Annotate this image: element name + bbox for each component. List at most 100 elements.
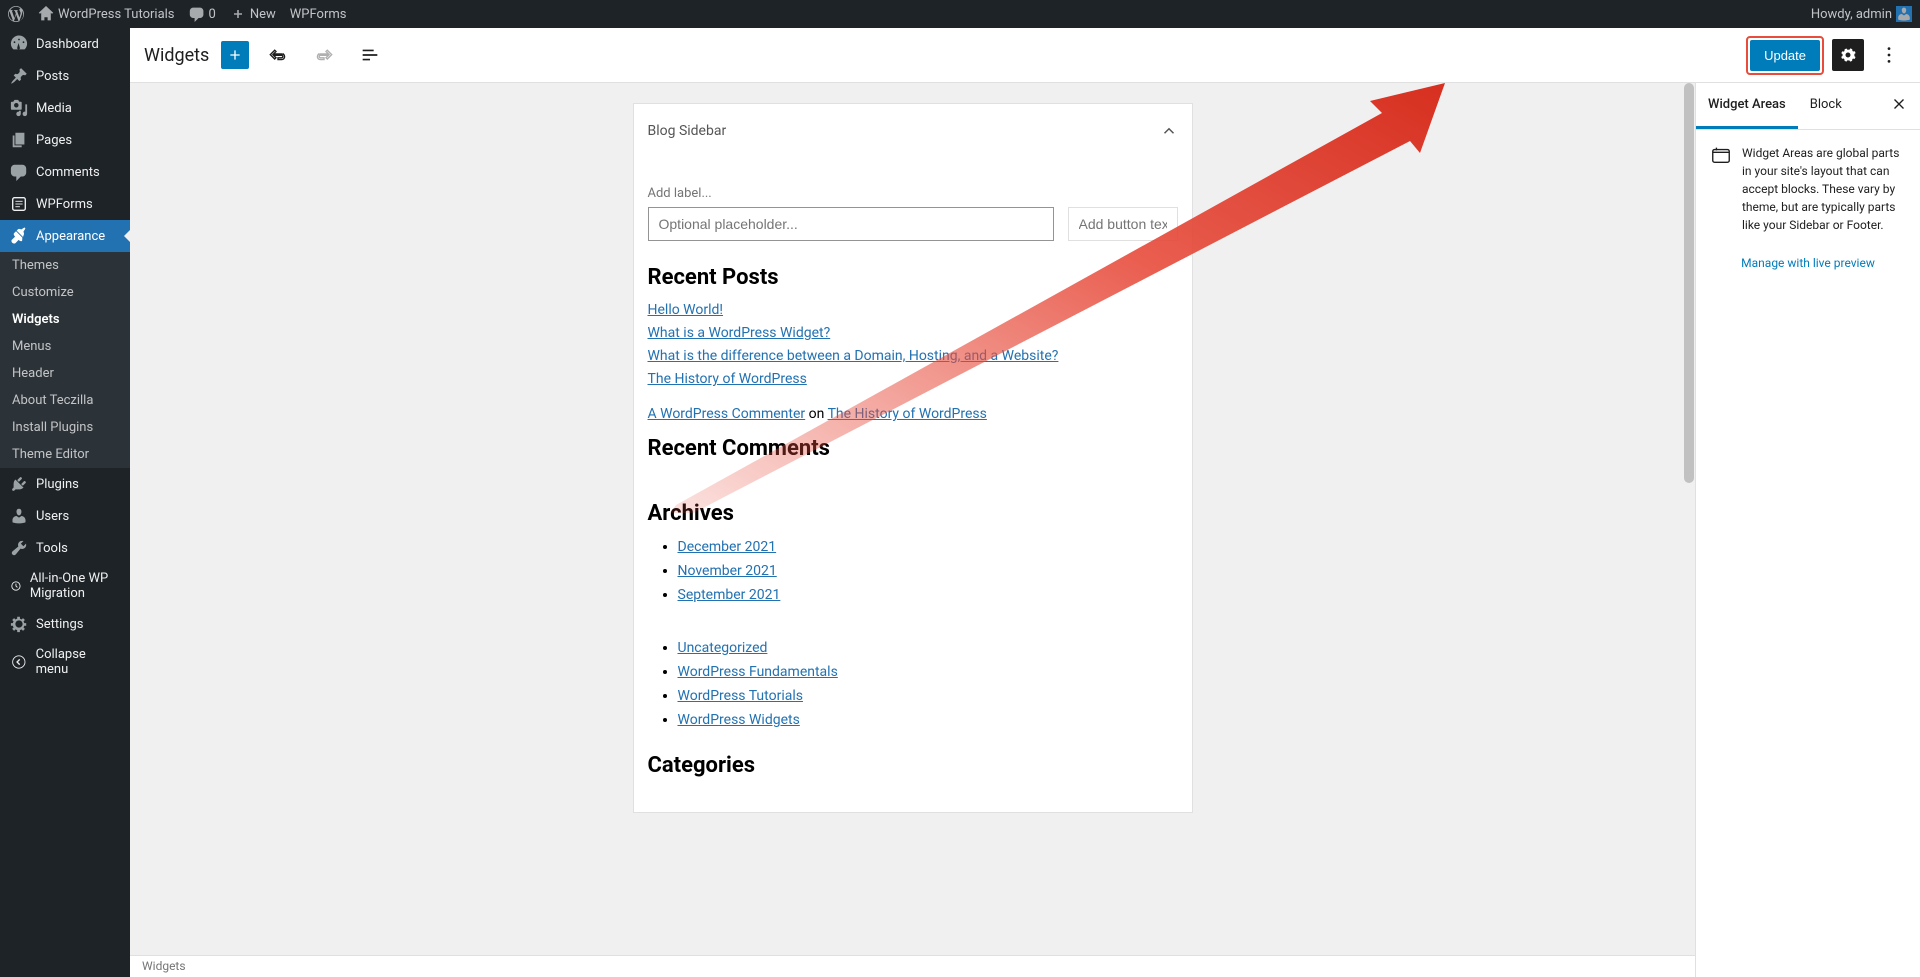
settings-panel: Widget Areas Block Widget Areas are glob… <box>1695 83 1920 977</box>
sidebar-item-posts[interactable]: Posts <box>0 60 130 92</box>
archives-heading: Archives <box>648 501 1178 526</box>
placeholder-input[interactable] <box>648 207 1054 241</box>
dashboard-icon <box>10 35 28 53</box>
more-options-button[interactable] <box>1872 38 1906 72</box>
chevron-up-icon <box>1160 122 1178 140</box>
undo-icon <box>267 44 289 66</box>
sidebar-item-plugins[interactable]: Plugins <box>0 468 130 500</box>
sidebar-label: Plugins <box>36 477 79 492</box>
sub-theme-editor[interactable]: Theme Editor <box>0 441 130 468</box>
comment-post-link[interactable]: The History of WordPress <box>828 406 987 422</box>
comment-author-link[interactable]: A WordPress Commenter <box>648 406 806 422</box>
widget-area-icon <box>1710 144 1732 166</box>
comments-link[interactable]: 0 <box>189 6 216 22</box>
wpforms-label: WPForms <box>290 7 347 22</box>
sidebar-item-migration[interactable]: All-in-One WP Migration <box>0 564 130 608</box>
sidebar-item-settings[interactable]: Settings <box>0 608 130 640</box>
plugin-icon <box>10 475 28 493</box>
sidebar-label: Users <box>36 509 69 524</box>
breadcrumb[interactable]: Widgets <box>130 955 1695 977</box>
tab-block[interactable]: Block <box>1798 83 1854 129</box>
sub-themes[interactable]: Themes <box>0 252 130 279</box>
sidebar-item-dashboard[interactable]: Dashboard <box>0 28 130 60</box>
more-icon <box>1878 44 1900 66</box>
content-area: Widgets Update <box>130 28 1920 977</box>
sub-header[interactable]: Header <box>0 360 130 387</box>
sidebar-item-wpforms[interactable]: WPForms <box>0 188 130 220</box>
category-link[interactable]: WordPress Widgets <box>678 712 800 728</box>
category-link[interactable]: WordPress Fundamentals <box>678 664 838 680</box>
widget-area-title: Blog Sidebar <box>648 123 727 139</box>
howdy-text: Howdy, admin <box>1811 7 1892 22</box>
new-link[interactable]: New <box>230 6 276 22</box>
sidebar-item-users[interactable]: Users <box>0 500 130 532</box>
list-view-button[interactable] <box>353 38 387 72</box>
sidebar-label: Appearance <box>36 229 105 244</box>
media-icon <box>10 99 28 117</box>
home-icon <box>38 6 54 22</box>
recent-post-link[interactable]: Hello World! <box>648 300 1178 321</box>
sidebar-label: Dashboard <box>36 37 99 52</box>
sub-about[interactable]: About Teczilla <box>0 387 130 414</box>
plus-icon <box>227 45 243 65</box>
update-button[interactable]: Update <box>1750 40 1820 71</box>
sidebar-item-appearance[interactable]: Appearance <box>0 220 130 252</box>
wpforms-link[interactable]: WPForms <box>290 7 347 22</box>
add-block-button[interactable] <box>221 41 249 69</box>
new-label: New <box>250 7 276 22</box>
comment-icon <box>189 6 205 22</box>
sidebar-label: Tools <box>36 541 68 556</box>
categories-heading: Categories <box>648 753 1178 778</box>
page-icon <box>10 131 28 149</box>
undo-button[interactable] <box>261 38 295 72</box>
manage-live-preview-link[interactable]: Manage with live preview <box>1741 256 1875 270</box>
site-link[interactable]: WordPress Tutorials <box>38 6 175 22</box>
recent-comment-line: A WordPress Commenter on The History of … <box>648 406 1178 422</box>
widget-area-header[interactable]: Blog Sidebar <box>634 104 1192 158</box>
users-icon <box>10 507 28 525</box>
gear-icon <box>1838 45 1858 65</box>
sub-menus[interactable]: Menus <box>0 333 130 360</box>
sidebar-label: Posts <box>36 69 69 84</box>
sidebar-item-pages[interactable]: Pages <box>0 124 130 156</box>
form-icon <box>10 195 28 213</box>
redo-icon <box>313 44 335 66</box>
recent-post-link[interactable]: What is the difference between a Domain,… <box>648 346 1178 367</box>
sidebar-label: Settings <box>36 617 83 632</box>
settings-icon <box>10 615 28 633</box>
recent-post-link[interactable]: What is a WordPress Widget? <box>648 323 1178 344</box>
howdy-link[interactable]: Howdy, admin <box>1811 6 1912 22</box>
sidebar-item-media[interactable]: Media <box>0 92 130 124</box>
collapse-icon <box>10 653 28 671</box>
archive-link[interactable]: September 2021 <box>678 587 781 603</box>
settings-button[interactable] <box>1832 39 1864 71</box>
close-panel-button[interactable] <box>1878 83 1920 129</box>
button-text-input[interactable] <box>1068 207 1178 241</box>
tools-icon <box>10 539 28 557</box>
sub-customize[interactable]: Customize <box>0 279 130 306</box>
sidebar-item-collapse[interactable]: Collapse menu <box>0 640 130 684</box>
page-title: Widgets <box>144 45 209 66</box>
archive-link[interactable]: December 2021 <box>678 539 777 555</box>
comment-on-text: on <box>805 406 827 422</box>
sidebar-label: All-in-One WP Migration <box>30 571 120 601</box>
sidebar-item-comments[interactable]: Comments <box>0 156 130 188</box>
scrollbar-thumb[interactable] <box>1684 83 1694 483</box>
scrollbar[interactable] <box>1683 83 1695 977</box>
plus-icon <box>230 6 246 22</box>
sidebar-item-tools[interactable]: Tools <box>0 532 130 564</box>
sub-install-plugins[interactable]: Install Plugins <box>0 414 130 441</box>
wordpress-icon <box>8 6 24 22</box>
recent-comments-heading: Recent Comments <box>648 436 1178 461</box>
sub-widgets[interactable]: Widgets <box>0 306 130 333</box>
wp-logo[interactable] <box>8 6 24 22</box>
sidebar-label: Comments <box>36 165 100 180</box>
tab-widget-areas[interactable]: Widget Areas <box>1696 83 1798 129</box>
comments-icon <box>10 163 28 181</box>
recent-post-link[interactable]: The History of WordPress <box>648 369 1178 390</box>
archive-link[interactable]: November 2021 <box>678 563 777 579</box>
category-link[interactable]: WordPress Tutorials <box>678 688 803 704</box>
redo-button[interactable] <box>307 38 341 72</box>
avatar <box>1896 6 1912 22</box>
category-link[interactable]: Uncategorized <box>678 640 768 656</box>
